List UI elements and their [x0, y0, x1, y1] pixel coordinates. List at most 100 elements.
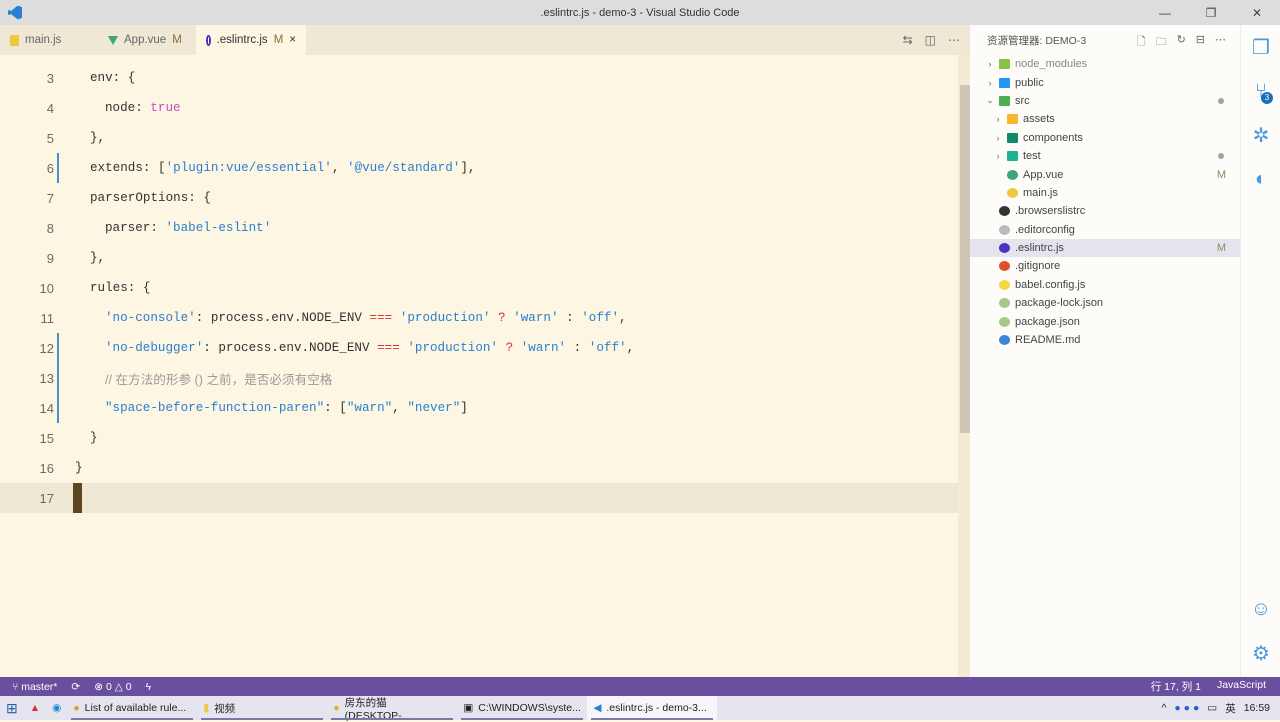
tree-item[interactable]: App.vue M	[970, 165, 1240, 183]
lightning-icon[interactable]: ϟ	[146, 681, 152, 693]
tree-item[interactable]: package.json	[970, 312, 1240, 330]
tree-item[interactable]: .browserslistrc	[970, 202, 1240, 220]
vue-icon	[108, 35, 118, 45]
code-line[interactable]: 9},	[0, 243, 970, 273]
settings-gear-icon[interactable]: ⚙	[1241, 631, 1280, 675]
more-actions-icon[interactable]: ⋯	[948, 33, 960, 47]
code-token: 'warn'	[513, 311, 559, 325]
taskbar-cmd[interactable]: ▣ C:\WINDOWS\syste...	[457, 696, 587, 720]
explorer-icon[interactable]: ❐	[1241, 25, 1280, 69]
chevron-icon[interactable]: ›	[984, 59, 996, 69]
tree-item[interactable]: .editorconfig	[970, 221, 1240, 239]
more-icon[interactable]: ⋯	[1215, 33, 1226, 52]
chevron-icon[interactable]: ›	[984, 78, 996, 88]
code-line[interactable]: 15}	[0, 423, 970, 453]
tab-eslintrc[interactable]: .eslintrc.js M ×	[196, 25, 306, 55]
tree-item[interactable]: › public	[970, 73, 1240, 91]
tab-main-js[interactable]: main.js	[0, 25, 98, 55]
start-button[interactable]: ⊞	[0, 696, 24, 720]
code-line[interactable]: 5},	[0, 123, 970, 153]
tree-item[interactable]: › components	[970, 129, 1240, 147]
refresh-icon[interactable]: ↻	[1177, 33, 1186, 52]
modified-badge: M	[1216, 242, 1226, 255]
extensions-icon[interactable]: ✲	[1241, 113, 1280, 157]
split-editor-icon[interactable]: ◫	[925, 33, 936, 47]
chevron-icon[interactable]: ⌄	[984, 95, 996, 106]
code-line[interactable]: 17	[0, 483, 970, 513]
code-line[interactable]: 16}	[0, 453, 970, 483]
new-folder-icon[interactable]: 🗀	[1156, 33, 1167, 52]
code-token: : [	[324, 401, 347, 415]
code-line[interactable]: 4 node: true	[0, 93, 970, 123]
code-token: :	[566, 341, 589, 355]
taskbar-folder[interactable]: ▮ 视频	[197, 696, 327, 720]
tree-item[interactable]: .gitignore	[970, 257, 1240, 275]
app-label: 房东的猫(DESKTOP-...	[344, 696, 411, 722]
tree-item[interactable]: ⌄ src	[970, 92, 1240, 110]
cursor-position[interactable]: 行 17, 列 1	[1151, 679, 1201, 694]
tree-item[interactable]: › test	[970, 147, 1240, 165]
edge-icon[interactable]: ◉	[46, 696, 67, 720]
code-line[interactable]: 3 env: {	[0, 63, 970, 93]
network-icon[interactable]: ▭	[1207, 702, 1217, 714]
language-mode[interactable]: JavaScript	[1217, 679, 1266, 694]
code-line[interactable]: 7 parserOptions: {	[0, 183, 970, 213]
tree-item[interactable]: README.md	[970, 331, 1240, 349]
code-text: rules: {	[90, 281, 150, 295]
changes-dot	[1218, 153, 1224, 160]
code-line[interactable]: 8 parser: 'babel-eslint'	[0, 213, 970, 243]
minimize-button[interactable]: —	[1142, 0, 1188, 25]
edge-devtools-icon[interactable]: ◐	[1241, 157, 1280, 201]
code-line[interactable]: 13 // 在方法的形参 () 之前，是否必须有空格	[0, 363, 970, 393]
taskbar-chrome[interactable]: ● List of available rule...	[67, 696, 197, 720]
tray-app-icons[interactable]: ● ● ●	[1174, 702, 1199, 714]
code-line[interactable]: 12 'no-debugger': process.env.NODE_ENV ==…	[0, 333, 970, 363]
code-text: extends: ['plugin:vue/essential', '@vue/…	[90, 161, 475, 175]
branch-status[interactable]: ⑂ master*	[12, 681, 57, 693]
tab-app-vue[interactable]: App.vue M	[98, 25, 196, 55]
tree-item[interactable]: .eslintrc.js M	[970, 238, 1240, 258]
account-icon[interactable]: ☺	[1241, 587, 1280, 631]
tree-item[interactable]: package-lock.json	[970, 294, 1240, 312]
code-token: ===	[369, 311, 393, 325]
scrollbar-thumb[interactable]	[960, 85, 970, 433]
tree-item[interactable]: › assets	[970, 110, 1240, 128]
code-text: }	[75, 461, 83, 475]
compare-changes-icon[interactable]: ⇆	[903, 33, 913, 47]
problems-status[interactable]: ⊗ 0 △ 0	[94, 681, 131, 693]
code-line[interactable]: 10 rules: {	[0, 273, 970, 303]
error-count: 0	[105, 680, 112, 693]
maximize-button[interactable]: ❐	[1188, 0, 1234, 25]
pinned-app-icon[interactable]: ▲	[24, 696, 46, 720]
tree-item[interactable]: main.js	[970, 184, 1240, 202]
chevron-icon[interactable]: ›	[992, 133, 1004, 143]
taskbar-vscode[interactable]: ◀ .eslintrc.js - demo-3...	[587, 696, 718, 720]
taskbar-remote[interactable]: ● 房东的猫(DESKTOP-...	[327, 696, 457, 722]
tab-label: main.js	[25, 34, 62, 46]
new-file-icon[interactable]: 🗋	[1137, 33, 1146, 52]
collapse-all-icon[interactable]: ⊟	[1196, 33, 1205, 52]
tree-item[interactable]: › node_modules	[970, 55, 1240, 73]
clock[interactable]: 16:59	[1244, 702, 1270, 714]
code-token: : process.env.NODE_ENV	[195, 311, 370, 325]
editor-scrollbar[interactable]	[958, 55, 970, 677]
chevron-icon[interactable]: ›	[992, 114, 1004, 124]
tree-item[interactable]: babel.config.js	[970, 276, 1240, 294]
code-line[interactable]: 14 "space-before-function-paren": ["warn"…	[0, 393, 970, 423]
tree-item-label: README.md	[1015, 334, 1081, 347]
code-line[interactable]: 6 extends: ['plugin:vue/essential', '@vue…	[0, 153, 970, 183]
code-line[interactable]: 11 'no-console': process.env.NODE_ENV ===…	[0, 303, 970, 333]
code-text: node: true	[105, 101, 181, 115]
source-control-icon[interactable]: ⑂ 3	[1241, 69, 1280, 113]
folder-icon	[999, 59, 1010, 70]
folder-icon	[1007, 132, 1018, 143]
code-text: parserOptions: {	[90, 191, 211, 205]
close-window-button[interactable]: ✕	[1234, 0, 1280, 25]
code-editor[interactable]: 3 env: {4 node: true 5}, 6 extends: ['plugin:…	[0, 55, 970, 677]
close-tab-icon[interactable]: ×	[289, 34, 296, 46]
code-text: parser: 'babel-eslint'	[105, 221, 271, 235]
chevron-icon[interactable]: ›	[992, 151, 1004, 161]
sync-icon[interactable]: ⟳	[71, 681, 80, 693]
tray-expand-icon[interactable]: ^	[1161, 702, 1166, 714]
ime-indicator[interactable]: 英	[1225, 701, 1236, 716]
